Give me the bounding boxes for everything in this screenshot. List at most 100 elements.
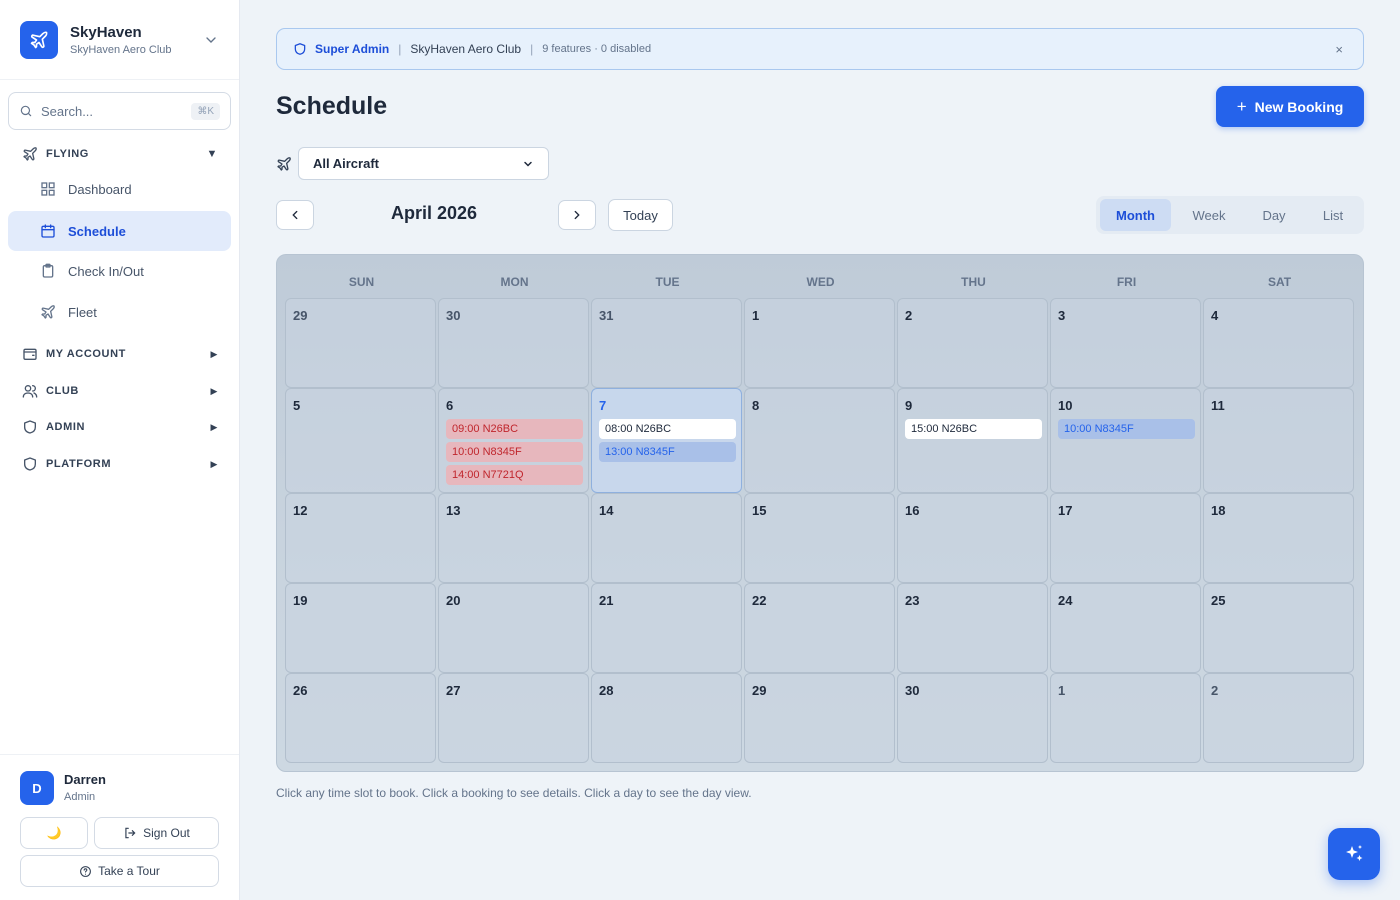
section-flying[interactable]: FLYING ▼ (22, 146, 218, 162)
theme-toggle-button[interactable]: 🌙 (20, 817, 88, 849)
calendar-day[interactable]: 2 (897, 298, 1048, 388)
tab-list[interactable]: List (1306, 199, 1360, 231)
calendar-day[interactable]: 15 (744, 493, 895, 583)
calendar-day[interactable]: 24 (1050, 583, 1201, 673)
calendar-day[interactable]: 27 (438, 673, 589, 763)
ai-assistant-button[interactable] (1328, 828, 1380, 880)
calendar-day[interactable]: 12 (285, 493, 436, 583)
brand-name: SkyHaven (70, 23, 142, 41)
month-calendar: SUN MON TUE WED THU FRI SAT 29 30 31 1 2 3 4 5 6 09:00 N… (276, 254, 1364, 772)
calendar-day[interactable]: 26 (285, 673, 436, 763)
day-number: 1 (1058, 683, 1066, 698)
prev-month-button[interactable] (276, 200, 314, 230)
calendar-day[interactable]: 20 (438, 583, 589, 673)
search-input[interactable]: Search... ⌘K (8, 92, 231, 130)
next-month-button[interactable] (558, 200, 596, 230)
sidebar-item-fleet[interactable]: Fleet (8, 292, 231, 332)
take-tour-button[interactable]: Take a Tour (20, 855, 219, 887)
calendar-day[interactable]: 16 (897, 493, 1048, 583)
aircraft-select[interactable]: All Aircraft (298, 147, 549, 180)
calendar-day[interactable]: 18 (1203, 493, 1354, 583)
day-number: 6 (446, 398, 454, 413)
calendar-day-today[interactable]: 7 08:00 N26BC 13:00 N8345F (591, 388, 742, 493)
calendar-day[interactable]: 22 (744, 583, 895, 673)
day-number: 18 (1211, 503, 1226, 518)
calendar-day[interactable]: 28 (591, 673, 742, 763)
section-club[interactable]: CLUB ▶ (22, 383, 218, 399)
section-admin[interactable]: ADMIN ▶ (22, 419, 218, 435)
search-placeholder: Search... (41, 103, 94, 119)
caret-right-icon: ▶ (210, 385, 218, 396)
calendar-day[interactable]: 21 (591, 583, 742, 673)
calendar-day[interactable]: 1 (1050, 673, 1201, 763)
sidebar-item-label: Fleet (68, 304, 97, 320)
calendar-day[interactable]: 10 10:00 N8345F (1050, 388, 1201, 493)
booking-event[interactable]: 14:00 N7721Q (446, 465, 583, 485)
day-number: 30 (446, 308, 461, 323)
weekday-header: WED (806, 275, 835, 289)
caret-right-icon: ▶ (210, 421, 218, 432)
user-name: Darren (64, 772, 106, 787)
calendar-day[interactable]: 23 (897, 583, 1048, 673)
avatar[interactable]: D (20, 771, 54, 805)
tab-day[interactable]: Day (1246, 199, 1302, 231)
chevron-right-icon (574, 210, 580, 220)
calendar-day[interactable]: 4 (1203, 298, 1354, 388)
tab-week[interactable]: Week (1176, 199, 1242, 231)
sidebar-footer: D Darren Admin 🌙 Sign Out Take a Tour (0, 754, 239, 900)
calendar-day[interactable]: 13 (438, 493, 589, 583)
calendar-day[interactable]: 1 (744, 298, 895, 388)
page-title: Schedule (276, 92, 388, 120)
booking-event[interactable]: 08:00 N26BC (599, 419, 736, 439)
section-platform[interactable]: PLATFORM ▶ (22, 456, 218, 472)
day-number: 1 (752, 308, 760, 323)
calendar-day[interactable]: 19 (285, 583, 436, 673)
calendar-day[interactable]: 3 (1050, 298, 1201, 388)
booking-event[interactable]: 09:00 N26BC (446, 419, 583, 439)
calendar-day[interactable]: 30 (897, 673, 1048, 763)
calendar-icon (41, 224, 55, 238)
calendar-day[interactable]: 25 (1203, 583, 1354, 673)
calendar-day[interactable]: 5 (285, 388, 436, 493)
wallet-icon (23, 348, 37, 360)
booking-event[interactable]: 10:00 N8345F (446, 442, 583, 462)
close-icon[interactable]: × (1335, 42, 1343, 57)
calendar-day[interactable]: 30 (438, 298, 589, 388)
calendar-day[interactable]: 14 (591, 493, 742, 583)
sign-out-button[interactable]: Sign Out (94, 817, 219, 849)
day-number: 4 (1211, 308, 1219, 323)
weekday-header: MON (500, 275, 529, 289)
new-booking-button[interactable]: + New Booking (1216, 86, 1364, 127)
calendar-day[interactable]: 29 (285, 298, 436, 388)
booking-event[interactable]: 13:00 N8345F (599, 442, 736, 462)
sidebar-item-schedule[interactable]: Schedule (8, 211, 231, 251)
calendar-day[interactable]: 17 (1050, 493, 1201, 583)
search-shortcut: ⌘K (191, 102, 220, 120)
section-my-account[interactable]: MY ACCOUNT ▶ (22, 346, 218, 362)
calendar-day[interactable]: 31 (591, 298, 742, 388)
plus-icon: + (1236, 96, 1247, 116)
calendar-day[interactable]: 29 (744, 673, 895, 763)
caret-right-icon: ▶ (210, 458, 218, 469)
booking-event[interactable]: 15:00 N26BC (905, 419, 1042, 439)
brand-switcher[interactable]: SkyHaven SkyHaven Aero Club (0, 0, 239, 80)
weekday-header: THU (961, 275, 986, 289)
chevron-down-icon[interactable] (203, 32, 219, 48)
sidebar-item-check-in-out[interactable]: Check In/Out (8, 251, 231, 291)
sidebar-item-dashboard[interactable]: Dashboard (8, 169, 231, 209)
calendar-day[interactable]: 2 (1203, 673, 1354, 763)
tab-month[interactable]: Month (1100, 199, 1171, 231)
booking-event[interactable]: 10:00 N8345F (1058, 419, 1195, 439)
calendar-day[interactable]: 11 (1203, 388, 1354, 493)
banner-separator: | (398, 42, 402, 56)
today-button[interactable]: Today (608, 199, 673, 231)
section-label: ADMIN (46, 421, 86, 433)
calendar-day[interactable]: 8 (744, 388, 895, 493)
new-booking-label: New Booking (1254, 98, 1344, 115)
calendar-day[interactable]: 9 15:00 N26BC (897, 388, 1048, 493)
banner-features: 9 features · 0 disabled (542, 43, 652, 55)
calendar-hint: Click any time slot to book. Click a boo… (276, 786, 752, 800)
calendar-day[interactable]: 6 09:00 N26BC 10:00 N8345F 14:00 N7721Q (438, 388, 589, 493)
day-number: 7 (599, 398, 607, 413)
day-number: 15 (752, 503, 767, 518)
